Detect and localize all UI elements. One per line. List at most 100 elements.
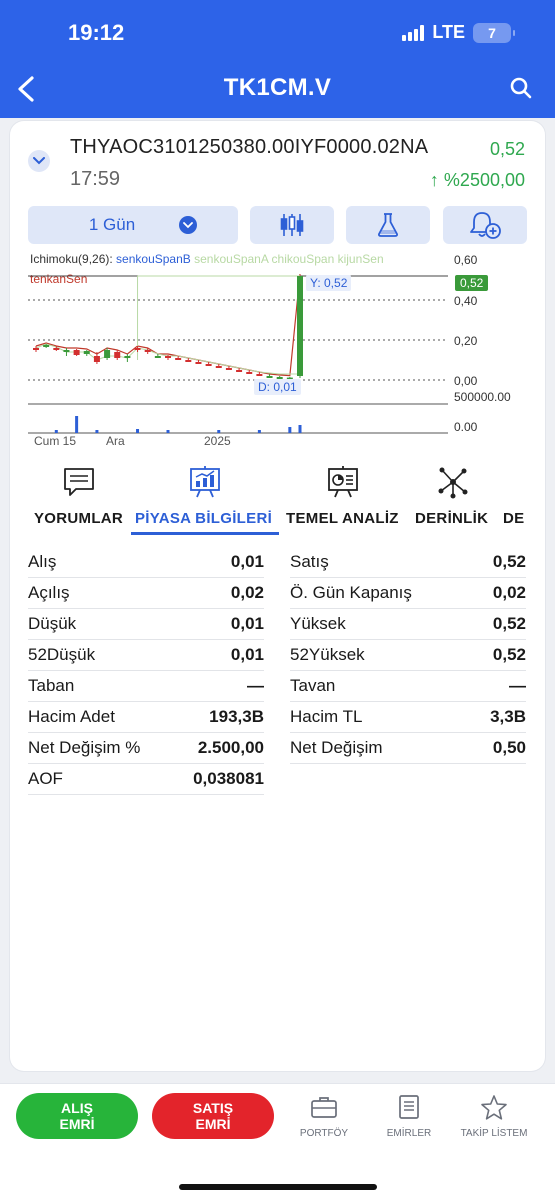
info-value: 0,01 — [230, 614, 264, 633]
status-indicators: LTE 7 — [402, 22, 515, 43]
buy-order-label: ALIŞ EMRİ — [59, 1100, 95, 1132]
chart-type-button[interactable] — [250, 206, 334, 244]
volume-bar — [136, 429, 140, 433]
info-label: Tavan — [290, 676, 336, 695]
candles-layer — [33, 276, 303, 380]
search-icon[interactable] — [509, 76, 533, 100]
tab-market-info[interactable]: PİYASA BİLGİLERİ — [135, 510, 272, 527]
volume-bar — [217, 430, 221, 433]
nav-portfolio-label: PORTFÖY — [299, 1128, 349, 1139]
candle-body — [43, 345, 50, 347]
candle-body — [63, 350, 70, 352]
nav-orders[interactable]: EMİRLER — [369, 1094, 449, 1139]
buy-order-button[interactable]: ALIŞ EMRİ — [16, 1093, 138, 1139]
candle-body — [53, 348, 60, 350]
candlestick-icon — [280, 214, 304, 236]
nav-watchlist[interactable]: TAKİP LİSTEM — [454, 1094, 534, 1139]
info-row-aof: AOF 0,038081 — [28, 764, 264, 795]
info-label: Satış — [290, 552, 329, 571]
star-icon — [481, 1095, 507, 1120]
volume-bar — [166, 430, 170, 433]
candle-body — [195, 362, 202, 364]
candle-body — [175, 358, 182, 360]
tenkan-sen-line — [35, 273, 301, 377]
instrument-time: 17:59 — [70, 168, 121, 190]
info-row-low: Düşük 0,01 — [28, 609, 264, 640]
volume-bar — [75, 416, 79, 433]
indicator-button[interactable] — [346, 206, 430, 244]
chevron-down-icon — [33, 157, 45, 165]
volume-bar — [257, 430, 261, 433]
info-row-floor: Taban — — [28, 671, 264, 702]
alarm-add-button[interactable] — [443, 206, 527, 244]
info-row-ceiling: Tavan — — [290, 671, 526, 702]
info-row-net-change-pct: Net Değişim % 2.500,00 — [28, 733, 264, 764]
candle-body — [236, 370, 243, 372]
tab-comments[interactable]: YORUMLAR — [34, 510, 123, 527]
tab-more[interactable]: DE — [503, 510, 524, 527]
comments-icon[interactable] — [62, 465, 96, 499]
candle-body — [225, 368, 232, 370]
info-label: 52Yüksek — [290, 645, 365, 664]
tab-fundamental-analysis[interactable]: TEMEL ANALİZ — [286, 510, 399, 527]
info-row-bid: Alış 0,01 — [28, 547, 264, 578]
info-row-52w-high: 52Yüksek 0,52 — [290, 640, 526, 671]
info-row-high: Yüksek 0,52 — [290, 609, 526, 640]
network-label: LTE — [432, 22, 465, 42]
instrument-price: 0,52 — [489, 139, 525, 159]
candle-body — [266, 376, 273, 378]
info-label: Net Değişim % — [28, 738, 141, 757]
ichimoku-lines — [35, 273, 301, 377]
last-price-label: Y: 0,52 — [306, 275, 352, 291]
chevron-down-icon — [179, 216, 198, 234]
info-row-prev-close: Ö. Gün Kapanış 0,02 — [290, 578, 526, 609]
market-info-icon[interactable] — [188, 465, 222, 499]
info-row-open: Açılış 0,02 — [28, 578, 264, 609]
candle-body — [256, 374, 263, 376]
info-label: Hacim TL — [290, 707, 363, 726]
info-label: Açılış — [28, 583, 70, 602]
info-label: Taban — [28, 676, 75, 695]
sell-order-label: SATIŞ EMRİ — [192, 1100, 234, 1132]
info-row-52w-low: 52Düşük 0,01 — [28, 640, 264, 671]
candle-body — [124, 356, 131, 358]
info-row-volume-tl: Hacim TL 3,3B — [290, 702, 526, 733]
fundamental-analysis-icon[interactable] — [326, 465, 360, 499]
info-label: Net Değişim — [290, 738, 383, 757]
candle-body — [33, 348, 39, 350]
info-value: 0,01 — [230, 552, 264, 571]
info-value: 0,02 — [230, 583, 264, 602]
candle-body — [215, 366, 222, 368]
flask-icon — [378, 213, 398, 237]
tab-bar: YORUMLAR PİYASA BİLGİLERİ TEMEL ANALİZ D… — [28, 510, 545, 538]
info-row-net-change: Net Değişim 0,50 — [290, 733, 526, 764]
info-value: 0,50 — [492, 738, 526, 757]
x-tick-label: 2025 — [204, 434, 231, 448]
nav-portfolio[interactable]: PORTFÖY — [284, 1094, 364, 1139]
info-value: 0,52 — [492, 552, 526, 571]
chart-grid — [28, 275, 448, 434]
nav-watchlist-label: TAKİP LİSTEM — [460, 1128, 528, 1139]
tab-depth[interactable]: DERİNLİK — [415, 510, 488, 527]
info-value: 0,02 — [492, 583, 526, 602]
y-tick-label: 0,60 — [454, 253, 478, 267]
volume-bar — [54, 430, 58, 433]
info-label: Yüksek — [290, 614, 346, 633]
app-header: 19:12 LTE 7 TK1CM.V — [0, 0, 555, 120]
collapse-button[interactable] — [28, 150, 50, 172]
volume-bar — [298, 425, 302, 433]
last-price-badge: 0,52 — [455, 275, 489, 291]
sell-order-button[interactable]: SATIŞ EMRİ — [152, 1093, 274, 1139]
battery-icon: 7 — [473, 22, 515, 43]
depth-network-icon[interactable] — [436, 465, 470, 499]
y-tick-label: 0,00 — [454, 374, 478, 388]
period-label: 1 Gün — [88, 215, 136, 234]
instrument-change: ↑ %2500,00 — [429, 170, 525, 190]
nav-orders-label: EMİRLER — [386, 1128, 432, 1139]
info-label: Düşük — [28, 614, 77, 633]
volume-bar — [95, 430, 99, 433]
volume-tick-label: 0.00 — [454, 420, 478, 434]
candle-body — [73, 350, 80, 355]
period-select[interactable]: 1 Gün — [28, 206, 238, 244]
candle-body — [185, 360, 192, 362]
